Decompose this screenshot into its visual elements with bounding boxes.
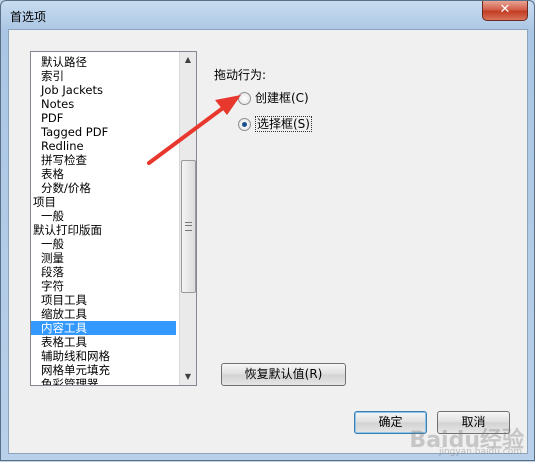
category-item[interactable]: 字符 — [31, 279, 176, 293]
category-item[interactable]: 表格工具 — [31, 335, 176, 349]
scroll-grip-icon — [185, 222, 192, 231]
radio-select-box-indicator[interactable] — [238, 118, 251, 131]
scroll-thumb[interactable] — [181, 160, 196, 293]
scroll-up-arrow-icon[interactable]: ▲ — [180, 52, 196, 68]
category-item[interactable]: PDF — [31, 111, 176, 125]
category-item[interactable]: Notes — [31, 97, 176, 111]
category-item[interactable]: 默认打印版面 — [31, 223, 176, 237]
category-item[interactable]: 辅助线和网格 — [31, 349, 176, 363]
category-item[interactable]: 拼写检查 — [31, 153, 176, 167]
scroll-down-arrow-icon[interactable]: ▼ — [180, 369, 196, 385]
category-item[interactable]: 分数/价格 — [31, 181, 176, 195]
category-item[interactable]: Job Jackets — [31, 83, 176, 97]
category-item[interactable]: 段落 — [31, 265, 176, 279]
window-title: 首选项 — [10, 10, 47, 24]
category-item[interactable]: 默认路径 — [31, 55, 176, 69]
list-scrollbar[interactable]: ▲ ▼ — [179, 52, 196, 385]
radio-create-box-indicator[interactable] — [238, 92, 251, 105]
category-item[interactable]: 项目 — [31, 195, 176, 209]
category-item[interactable]: Tagged PDF — [31, 125, 176, 139]
category-item[interactable]: 一般 — [31, 237, 176, 251]
category-item[interactable]: 缩放工具 — [31, 307, 176, 321]
drag-behavior-label: 拖动行为: — [214, 68, 267, 82]
category-item[interactable]: 测量 — [31, 251, 176, 265]
close-button[interactable]: ✕ — [482, 1, 528, 21]
category-item[interactable]: 表格 — [31, 167, 176, 181]
category-item[interactable]: 一般 — [31, 209, 176, 223]
radio-create-box-label: 创建框(C) — [255, 91, 309, 105]
preferences-window: 首选项 ✕ 默认路径 索引 Job Jackets Notes PDF Tagged PD… — [0, 0, 535, 461]
restore-defaults-button[interactable]: 恢复默认值(R) — [221, 363, 346, 386]
watermark-url: jingyan.baidu.com — [438, 447, 522, 457]
category-item[interactable]: 内容工具 — [31, 321, 176, 335]
preferences-category-list[interactable]: 默认路径 索引 Job Jackets Notes PDF Tagged PDF Redli… — [30, 51, 197, 386]
category-item[interactable]: 色彩管理器 — [31, 377, 176, 385]
category-items: 默认路径 索引 Job Jackets Notes PDF Tagged PDF Redli… — [31, 55, 176, 385]
title-bar[interactable]: 首选项 ✕ — [1, 1, 534, 29]
category-item[interactable]: 网格单元填充 — [31, 363, 176, 377]
category-item[interactable]: Redline — [31, 139, 176, 153]
radio-select-box-label: 选择框(S) — [255, 116, 312, 132]
category-item[interactable]: 索引 — [31, 69, 176, 83]
category-item[interactable]: 项目工具 — [31, 293, 176, 307]
dialog-client-area: 默认路径 索引 Job Jackets Notes PDF Tagged PDF Redli… — [8, 29, 528, 454]
